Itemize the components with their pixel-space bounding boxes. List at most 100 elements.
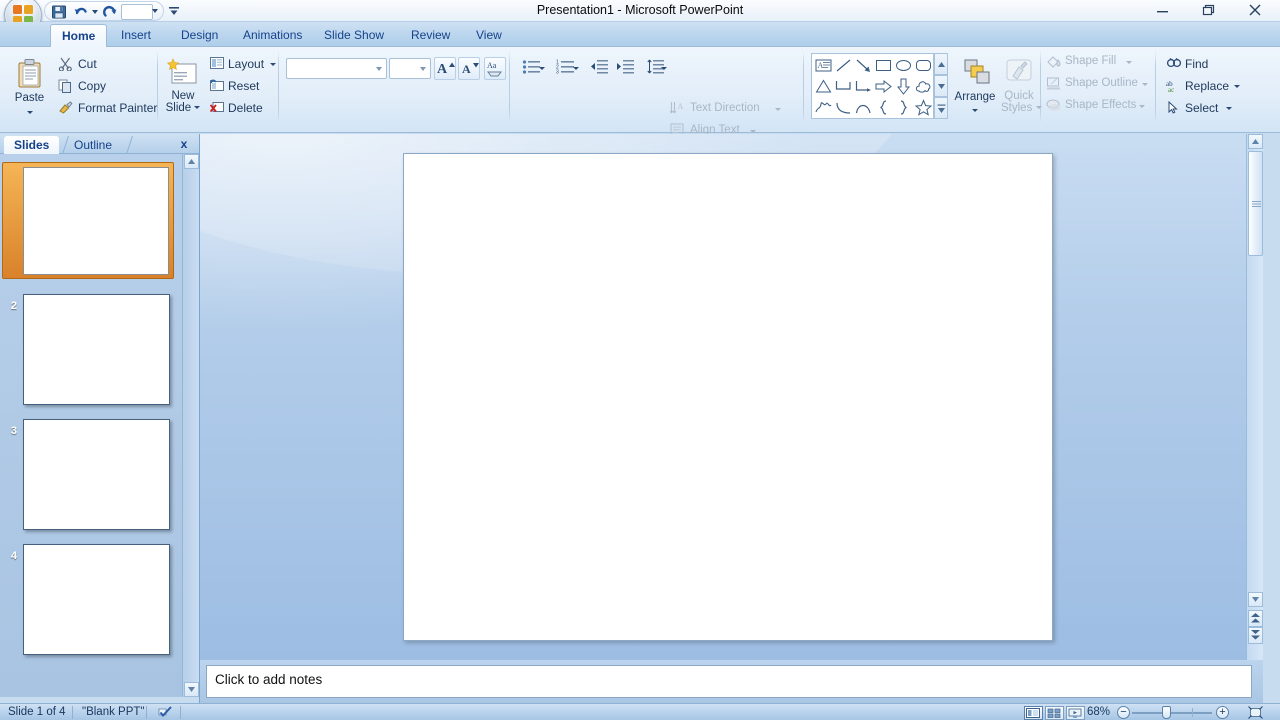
cloud-shape[interactable]: [914, 77, 933, 96]
save-icon[interactable]: [51, 4, 67, 20]
find-button[interactable]: Find: [1163, 54, 1237, 72]
shape-outline-dropdown-icon[interactable]: [1142, 83, 1148, 86]
slide-indicator[interactable]: Slide 1 of 4: [8, 705, 66, 720]
decrease-indent-button[interactable]: [588, 57, 612, 79]
restore-button[interactable]: [1192, 0, 1226, 20]
zoom-level[interactable]: 68%: [1087, 705, 1110, 720]
close-pane-icon[interactable]: x: [177, 137, 191, 151]
cut-button[interactable]: Cut: [54, 54, 150, 72]
tab-slides[interactable]: Slides: [4, 136, 59, 154]
arrange-button[interactable]: Arrange: [952, 55, 998, 117]
notes-input[interactable]: Click to add notes: [206, 665, 1252, 698]
quick-styles-dropdown-icon[interactable]: [1036, 106, 1042, 109]
bullets-button[interactable]: [517, 57, 547, 79]
grow-font-button[interactable]: A: [434, 57, 456, 80]
previous-slide-button[interactable]: [1248, 610, 1263, 627]
thumbnail-slide-2[interactable]: [23, 294, 170, 405]
right-arrow-shape[interactable]: [874, 77, 893, 96]
arrow-shape[interactable]: [854, 56, 873, 75]
shape-effects-dropdown-icon[interactable]: [1139, 105, 1145, 108]
layout-dropdown-icon[interactable]: [270, 63, 276, 66]
select-dropdown-icon[interactable]: [1226, 107, 1232, 110]
right-brace-shape[interactable]: [894, 98, 913, 117]
elbow-arrow-connector-shape[interactable]: [854, 77, 873, 96]
quick-access-placeholder-box[interactable]: [121, 4, 153, 20]
slide-sorter-view-button[interactable]: [1045, 706, 1064, 720]
zoom-out-button[interactable]: −: [1117, 706, 1130, 719]
numbering-button[interactable]: 123: [551, 57, 581, 79]
replace-dropdown-icon[interactable]: [1234, 85, 1240, 88]
tab-home[interactable]: Home: [50, 24, 107, 48]
quick-styles-button[interactable]: Quick Styles: [1000, 55, 1038, 117]
minimize-ribbon-icon[interactable]: [168, 5, 180, 17]
spellcheck-icon[interactable]: [157, 705, 175, 720]
triangle-shape[interactable]: [814, 77, 833, 96]
new-slide-button[interactable]: New Slide: [163, 55, 203, 117]
arc-shape[interactable]: [854, 98, 873, 117]
scroll-down-button[interactable]: [1248, 592, 1263, 607]
rounded-rectangle-shape[interactable]: [914, 56, 933, 75]
copy-button[interactable]: Copy: [54, 76, 150, 94]
normal-view-button[interactable]: [1024, 706, 1043, 720]
increase-indent-button[interactable]: [614, 57, 638, 79]
minimize-button[interactable]: [1146, 0, 1180, 20]
shape-fill-dropdown-icon[interactable]: [1126, 61, 1132, 64]
line-spacing-dropdown-icon[interactable]: [661, 67, 667, 70]
next-slide-button[interactable]: [1248, 627, 1263, 644]
close-button[interactable]: [1238, 0, 1272, 20]
arrange-dropdown-icon[interactable]: [972, 109, 978, 112]
layout-button[interactable]: Layout: [207, 54, 273, 72]
curve-shape[interactable]: [834, 98, 853, 117]
tab-view[interactable]: View: [465, 25, 513, 47]
new-slide-dropdown-icon[interactable]: [194, 106, 200, 109]
font-name-input[interactable]: [286, 58, 387, 79]
font-size-input[interactable]: [389, 58, 431, 79]
shapes-scroll-up-button[interactable]: [934, 53, 948, 75]
rectangle-shape[interactable]: [874, 56, 893, 75]
scroll-thumb[interactable]: [1248, 151, 1263, 256]
shapes-scroll-down-button[interactable]: [934, 75, 948, 97]
shapes-gallery-more-button[interactable]: [934, 97, 948, 119]
pane-scroll-up-button[interactable]: [184, 154, 199, 169]
left-brace-shape[interactable]: [874, 98, 893, 117]
clear-formatting-button[interactable]: Aa: [484, 57, 506, 80]
tab-slide-show[interactable]: Slide Show: [313, 25, 395, 47]
replace-button[interactable]: ab ac Replace: [1163, 76, 1237, 94]
down-arrow-shape[interactable]: [894, 77, 913, 96]
tab-design[interactable]: Design: [170, 25, 229, 47]
reset-button[interactable]: Reset: [207, 76, 273, 94]
thumbnail-slide-1[interactable]: [23, 167, 169, 275]
line-shape[interactable]: [834, 56, 853, 75]
undo-icon[interactable]: [73, 4, 89, 20]
text-box-shape[interactable]: A: [814, 56, 833, 75]
fit-to-window-button[interactable]: [1248, 706, 1264, 720]
star-shape[interactable]: [914, 98, 933, 117]
zoom-slider-handle[interactable]: [1162, 706, 1171, 719]
zoom-slider-track[interactable]: [1132, 712, 1212, 714]
thumbnail-slide-3[interactable]: [23, 419, 170, 530]
select-button[interactable]: Select: [1163, 98, 1237, 116]
thumbnail-selected[interactable]: [2, 162, 174, 279]
zoom-in-button[interactable]: +: [1216, 706, 1229, 719]
text-direction-dropdown-icon[interactable]: [775, 108, 781, 111]
shrink-font-button[interactable]: A: [458, 57, 480, 80]
oval-shape[interactable]: [894, 56, 913, 75]
scribble-shape[interactable]: [814, 98, 833, 117]
slides-pane-scrollbar[interactable]: [182, 154, 199, 697]
thumbnail-slide-4[interactable]: [23, 544, 170, 655]
delete-slide-button[interactable]: Delete: [207, 98, 273, 116]
tab-outline[interactable]: Outline: [64, 136, 122, 154]
font-name-dropdown-icon[interactable]: [376, 67, 382, 71]
elbow-connector-shape[interactable]: [834, 77, 853, 96]
paste-button[interactable]: Paste: [12, 55, 47, 117]
format-painter-button[interactable]: Format Painter: [54, 98, 150, 116]
tab-insert[interactable]: Insert: [110, 25, 162, 47]
shapes-gallery[interactable]: A: [811, 53, 934, 119]
font-size-dropdown-icon[interactable]: [420, 67, 426, 71]
tab-animations[interactable]: Animations: [232, 25, 313, 47]
pane-scroll-down-button[interactable]: [184, 682, 199, 697]
tab-review[interactable]: Review: [400, 25, 461, 47]
slide-show-view-button[interactable]: [1066, 706, 1085, 720]
slide-vertical-scrollbar[interactable]: [1246, 134, 1263, 660]
scroll-up-button[interactable]: [1248, 134, 1263, 149]
